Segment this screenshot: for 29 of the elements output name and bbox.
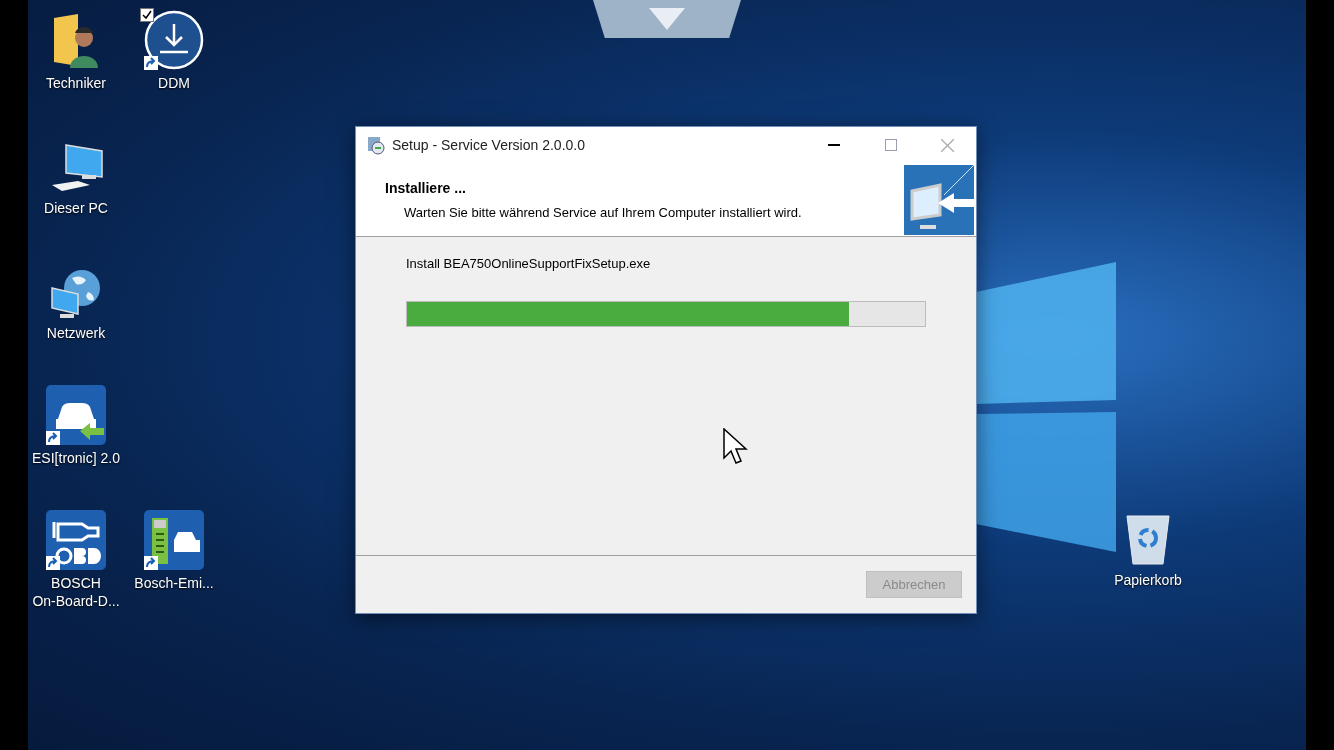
dropdown-triangle-icon [649, 8, 685, 30]
icon-label: Netzwerk [46, 324, 106, 342]
icon-label: Papierkorb [1114, 571, 1182, 590]
desktop-icon[interactable]: BOSCH On-Board-D... [28, 504, 124, 629]
icon-label: Techniker [46, 74, 106, 92]
install-subheading: Warten Sie bitte während Service auf Ihrem Computer installiert wird. [403, 204, 803, 222]
desktop-icon[interactable]: Papierkorb [1100, 510, 1196, 591]
desktop-icon[interactable]: Techniker [28, 4, 124, 129]
desktop-icon[interactable]: Netzwerk [28, 254, 124, 379]
icon-label: ESI[tronic] 2.0 [32, 449, 120, 467]
mouse-cursor-icon [723, 428, 749, 466]
download-icon [144, 10, 204, 70]
desktop-icon[interactable]: ESI[tronic] 2.0 [28, 379, 124, 504]
install-status: Install BEA750OnlineSupportFixSetup.exe [406, 255, 652, 273]
window-title: Setup - Service Version 2.0.0.0 [392, 135, 585, 155]
setup-app-icon [366, 135, 386, 155]
install-heading: Installiere ... [385, 179, 467, 198]
checkbox[interactable] [140, 8, 154, 22]
icon-label: Bosch-Emi... [134, 574, 214, 592]
car-arrow-app-icon [46, 385, 106, 445]
desktop-icon[interactable]: Dieser PC [28, 129, 124, 254]
desktop-icon[interactable]: DDM [126, 4, 222, 129]
close-icon [941, 138, 954, 152]
icon-label: Dieser PC [44, 199, 108, 217]
emission-tester-app-icon [144, 510, 204, 570]
engine-obd-app-icon [46, 510, 106, 570]
desktop-icon[interactable]: Bosch-Emi... [126, 504, 222, 629]
icon-label: DDM [158, 74, 190, 92]
icon-label: BOSCH On-Board-D... [32, 574, 120, 610]
